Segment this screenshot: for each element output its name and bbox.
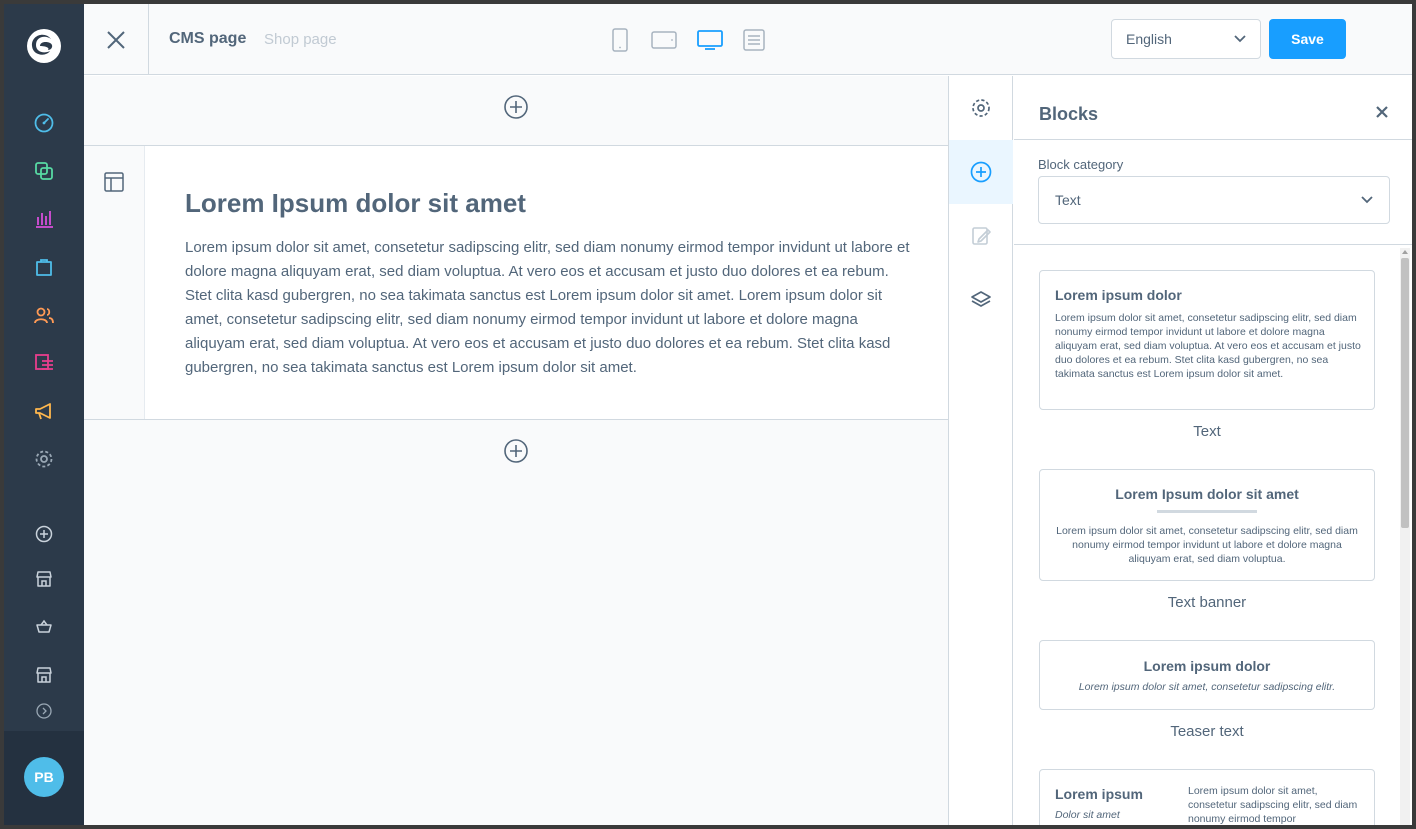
- main-sidebar: PB: [4, 4, 84, 825]
- storefront-icon[interactable]: [29, 564, 59, 594]
- text-block[interactable]: Lorem Ipsum dolor sit amet Lorem ipsum d…: [144, 146, 948, 419]
- block-category-select[interactable]: Text: [1038, 176, 1390, 224]
- app-window: PB CMS page Shop page English Save Lorem…: [0, 0, 1416, 829]
- catalogues-icon[interactable]: [29, 156, 59, 186]
- panel-header: Blocks: [1014, 76, 1412, 140]
- orders-icon[interactable]: [29, 252, 59, 282]
- sidebar-footer: PB: [4, 731, 84, 825]
- add-section-icon[interactable]: [503, 438, 529, 464]
- preview-heading: Lorem ipsum dolor: [1143, 658, 1271, 674]
- cms-stage: Lorem Ipsum dolor sit amet Lorem ipsum d…: [84, 76, 948, 825]
- block-preview-two-column[interactable]: Lorem ipsum Dolor sit amet Lorem ipsum d…: [1039, 769, 1375, 825]
- storefront-icon[interactable]: [29, 660, 59, 690]
- tab-layers[interactable]: [949, 268, 1013, 332]
- block-heading: Lorem Ipsum dolor sit amet: [185, 188, 526, 218]
- page-title: CMS page: [169, 30, 247, 47]
- content-icon[interactable]: [29, 348, 59, 378]
- chevron-down-icon: [1361, 196, 1373, 204]
- chevron-down-icon: [1234, 35, 1246, 43]
- preview-heading: Lorem ipsum dolor: [1055, 287, 1182, 303]
- avatar[interactable]: PB: [24, 757, 64, 797]
- tab-edit[interactable]: [949, 204, 1013, 268]
- close-editor-button[interactable]: [84, 4, 149, 75]
- preview-text: Lorem ipsum dolor sit amet, consetetur s…: [1188, 785, 1358, 825]
- block-name: Text banner: [1167, 594, 1247, 611]
- tab-settings[interactable]: [949, 76, 1013, 140]
- layers-icon: [971, 291, 991, 307]
- add-section-icon[interactable]: [503, 94, 529, 120]
- block-preview-text-banner[interactable]: Lorem Ipsum dolor sit amet Lorem ipsum d…: [1039, 469, 1375, 581]
- add-sales-channel-icon[interactable]: [29, 519, 59, 549]
- divider: [1014, 244, 1412, 245]
- basket-icon[interactable]: [29, 612, 59, 642]
- scrollbar-thumb[interactable]: [1401, 258, 1409, 528]
- preview-divider: [1157, 510, 1257, 513]
- preview-heading: Lorem ipsum: [1055, 786, 1143, 802]
- block-preview-text[interactable]: Lorem ipsum dolor Lorem ipsum dolor sit …: [1039, 270, 1375, 410]
- gear-icon: [972, 99, 990, 117]
- category-label: Block category: [1038, 157, 1124, 172]
- page-type: Shop page: [264, 31, 337, 48]
- preview-text: Lorem ipsum dolor sit amet, consetetur s…: [1056, 525, 1358, 565]
- add-circle-icon: [970, 161, 992, 183]
- scrollbar[interactable]: [1400, 248, 1410, 825]
- language-switch[interactable]: English: [1111, 19, 1261, 59]
- mobile-view-icon[interactable]: [606, 26, 634, 54]
- layout-icon[interactable]: [104, 172, 124, 192]
- block-name: Teaser text: [1170, 723, 1244, 740]
- save-button[interactable]: Save: [1269, 19, 1346, 59]
- close-icon[interactable]: [1374, 104, 1390, 120]
- preview-text: Lorem ipsum dolor sit amet, consetetur s…: [1055, 312, 1361, 380]
- form-view-icon[interactable]: [740, 26, 768, 54]
- language-value: English: [1126, 31, 1172, 47]
- dashboard-icon[interactable]: [29, 108, 59, 138]
- blocks-panel: Blocks Block category Text Lorem ipsum d…: [1014, 76, 1412, 825]
- marketing-icon[interactable]: [29, 396, 59, 426]
- block-preview-teaser-text[interactable]: Lorem ipsum dolor Lorem ipsum dolor sit …: [1039, 640, 1375, 710]
- reports-icon[interactable]: [29, 204, 59, 234]
- tab-blocks[interactable]: [949, 140, 1013, 204]
- sidebar-tabs: [948, 76, 1013, 825]
- preview-subheading: Dolor sit amet: [1055, 809, 1120, 821]
- panel-title: Blocks: [1039, 104, 1099, 124]
- expand-sidebar-icon[interactable]: [29, 696, 59, 726]
- preview-heading: Lorem Ipsum dolor sit amet: [1115, 486, 1299, 502]
- settings-icon[interactable]: [29, 444, 59, 474]
- top-bar: CMS page Shop page English Save: [84, 4, 1412, 75]
- category-value: Text: [1055, 192, 1081, 208]
- shopware-logo[interactable]: [24, 26, 64, 66]
- section-sidebar: [84, 146, 144, 419]
- tablet-view-icon[interactable]: [650, 26, 678, 54]
- desktop-view-icon[interactable]: [696, 26, 724, 54]
- preview-text: Lorem ipsum dolor sit amet, consetetur s…: [1078, 681, 1336, 693]
- scroll-up-icon[interactable]: [1401, 248, 1409, 256]
- block-paragraph: Lorem ipsum dolor sit amet, consetetur s…: [185, 239, 910, 376]
- edit-icon: [972, 227, 991, 245]
- block-name: Text: [1193, 423, 1221, 440]
- cms-section[interactable]: Lorem Ipsum dolor sit amet Lorem ipsum d…: [84, 145, 948, 420]
- customers-icon[interactable]: [29, 300, 59, 330]
- close-icon: [107, 30, 125, 49]
